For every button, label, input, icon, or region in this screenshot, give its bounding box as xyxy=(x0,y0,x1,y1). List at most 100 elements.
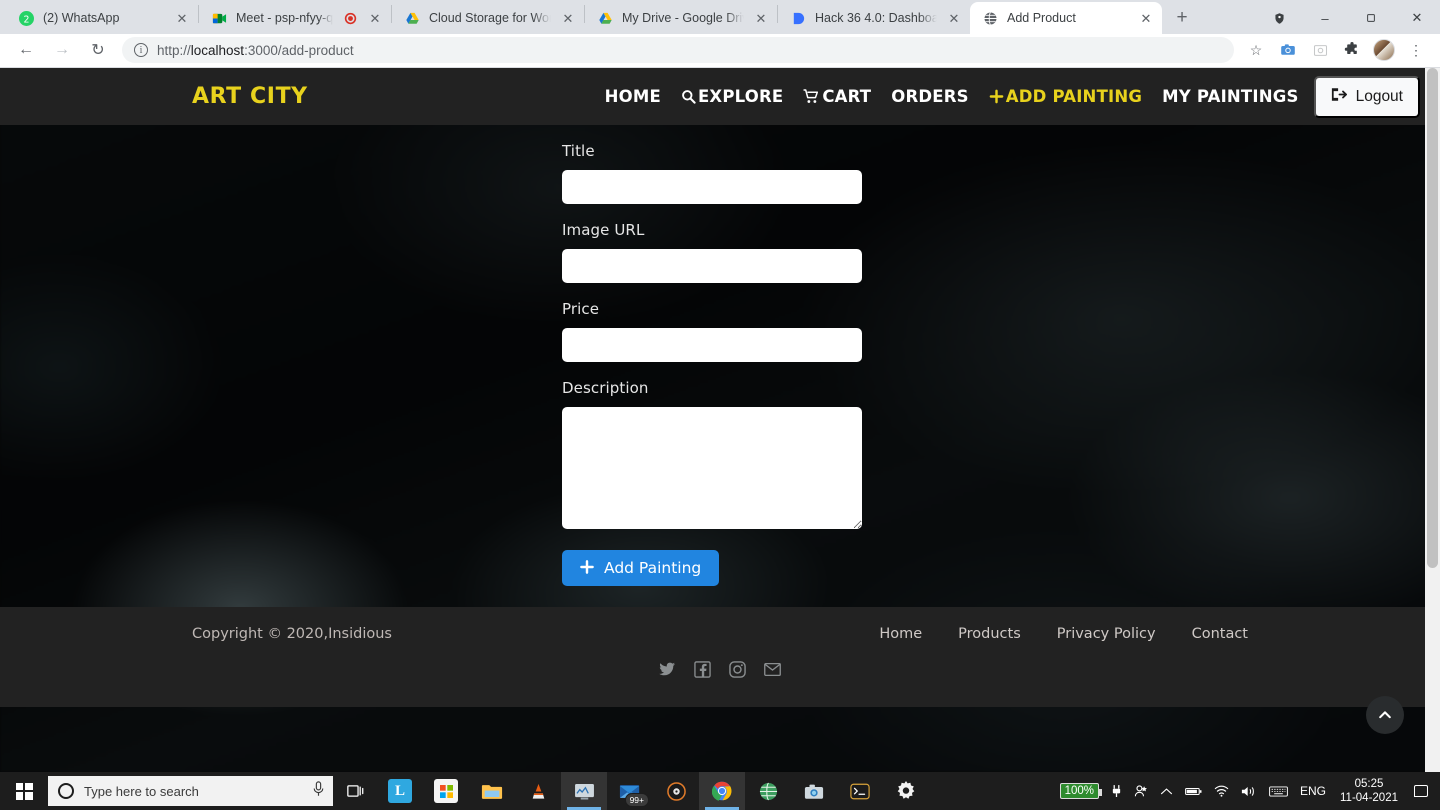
site-info-icon[interactable]: i xyxy=(134,43,148,57)
microphone-icon[interactable] xyxy=(312,780,325,802)
browser-tab-active[interactable]: Add Product ✕ xyxy=(970,2,1162,34)
close-icon[interactable]: ✕ xyxy=(367,10,383,26)
google-drive-icon xyxy=(597,10,613,26)
description-textarea[interactable] xyxy=(562,407,862,529)
mail-icon: 99+ xyxy=(618,779,649,807)
browser-tab[interactable]: Hack 36 4.0: Dashboard | D ✕ xyxy=(778,2,970,34)
nav-item-my-paintings[interactable]: MY PAINTINGS xyxy=(1162,87,1298,106)
price-input[interactable] xyxy=(562,328,862,362)
site-navbar: ART CITY HOME EXPLORE CART ORDERS ADD PA… xyxy=(0,68,1440,125)
tab-title: Meet - psp-nfyy-qjk xyxy=(236,11,333,25)
windows-logo-icon xyxy=(15,782,33,800)
keyboard-icon[interactable] xyxy=(1263,772,1294,810)
scroll-to-top-button[interactable] xyxy=(1366,696,1404,734)
back-icon[interactable]: ← xyxy=(12,36,40,64)
taskbar-app-chrome[interactable] xyxy=(699,772,745,810)
camera-icon[interactable] xyxy=(1275,37,1301,63)
title-input[interactable] xyxy=(562,170,862,204)
reload-icon[interactable]: ↻ xyxy=(84,36,112,64)
notification-icon[interactable] xyxy=(1414,785,1428,797)
taskbar-search-box[interactable]: Type here to search xyxy=(48,776,333,806)
cart-icon xyxy=(803,89,820,104)
star-icon[interactable]: ☆ xyxy=(1243,37,1269,63)
taskbar-app-microsoft-store[interactable] xyxy=(423,772,469,810)
minimize-button[interactable]: – xyxy=(1302,2,1348,34)
facebook-icon[interactable] xyxy=(694,661,711,678)
language-indicator[interactable]: ENG xyxy=(1294,772,1332,810)
nav-item-explore[interactable]: EXPLORE xyxy=(681,87,783,106)
close-button[interactable]: ✕ xyxy=(1394,2,1440,34)
chevron-up-icon[interactable] xyxy=(1154,772,1179,810)
volume-icon[interactable] xyxy=(1235,772,1263,810)
close-icon[interactable]: ✕ xyxy=(174,10,190,26)
devfolio-icon xyxy=(790,10,806,26)
page-scrollbar[interactable] xyxy=(1425,68,1440,772)
image-url-input[interactable] xyxy=(562,249,862,283)
add-product-form: Title Image URL Price Description Add Pa… xyxy=(562,142,862,586)
email-icon[interactable] xyxy=(764,661,781,678)
scrollbar-thumb[interactable] xyxy=(1427,68,1438,568)
site-logo[interactable]: ART CITY xyxy=(192,84,308,109)
footer-link-home[interactable]: Home xyxy=(879,626,922,642)
taskbar-app-media-player[interactable] xyxy=(653,772,699,810)
google-drive-icon xyxy=(404,10,420,26)
taskbar-app-file-explorer[interactable] xyxy=(469,772,515,810)
battery-icon[interactable] xyxy=(1179,772,1208,810)
people-icon[interactable] xyxy=(1128,772,1154,810)
start-button[interactable] xyxy=(0,772,48,810)
tab-title: Hack 36 4.0: Dashboard | D xyxy=(815,11,937,25)
file-explorer-icon xyxy=(480,779,504,803)
nav-label: CART xyxy=(822,87,872,106)
taskbar-app-linkedin[interactable]: L xyxy=(377,772,423,810)
footer-link-products[interactable]: Products xyxy=(958,626,1021,642)
close-icon[interactable]: ✕ xyxy=(1138,10,1154,26)
camera-app-icon xyxy=(802,779,826,803)
shield-icon[interactable] xyxy=(1256,2,1302,34)
taskbar-app-settings[interactable] xyxy=(883,772,929,810)
taskbar-apps: L 99+ xyxy=(377,772,929,810)
footer-link-privacy-policy[interactable]: Privacy Policy xyxy=(1057,626,1156,642)
extensions-icon[interactable] xyxy=(1339,37,1365,63)
twitter-icon[interactable] xyxy=(659,661,676,678)
kebab-menu-icon[interactable]: ⋮ xyxy=(1403,37,1429,63)
plus-icon xyxy=(580,559,594,578)
profile-avatar[interactable] xyxy=(1371,37,1397,63)
submit-label: Add Painting xyxy=(604,559,702,577)
battery-percent-badge[interactable]: 100% xyxy=(1054,772,1105,810)
task-view-button[interactable] xyxy=(333,772,377,810)
media-player-icon xyxy=(664,779,688,803)
taskbar-app-camera[interactable] xyxy=(791,772,837,810)
new-tab-button[interactable]: + xyxy=(1168,4,1196,32)
logout-button[interactable]: Logout xyxy=(1313,75,1420,118)
browser-tab[interactable]: My Drive - Google Drive ✕ xyxy=(585,2,777,34)
browser-tab[interactable]: Cloud Storage for Work and ✕ xyxy=(392,2,584,34)
taskbar-app-task-manager[interactable] xyxy=(561,772,607,810)
instagram-icon[interactable] xyxy=(729,661,746,678)
browser-toolbar: ← → ↻ i http://localhost:3000/add-produc… xyxy=(0,34,1440,66)
taskbar-app-terminal[interactable] xyxy=(837,772,883,810)
browser-tab[interactable]: 2 (2) WhatsApp ✕ xyxy=(6,2,198,34)
clock[interactable]: 05:25 11-04-2021 xyxy=(1332,777,1406,806)
add-painting-submit-button[interactable]: Add Painting xyxy=(562,550,720,586)
tab-title: Cloud Storage for Work and xyxy=(429,11,551,25)
close-icon[interactable]: ✕ xyxy=(946,10,962,26)
nav-item-home[interactable]: HOME xyxy=(605,87,661,106)
close-icon[interactable]: ✕ xyxy=(560,10,576,26)
taskbar-app-vlc[interactable] xyxy=(515,772,561,810)
cast-icon[interactable] xyxy=(1307,37,1333,63)
wifi-icon[interactable] xyxy=(1208,772,1235,810)
maximize-button[interactable] xyxy=(1348,2,1394,34)
sign-out-icon xyxy=(1331,87,1347,107)
taskbar-app-globe[interactable] xyxy=(745,772,791,810)
nav-item-orders[interactable]: ORDERS xyxy=(891,87,969,106)
nav-item-cart[interactable]: CART xyxy=(803,87,871,106)
plug-icon[interactable] xyxy=(1105,772,1128,810)
logout-label: Logout xyxy=(1355,87,1403,105)
address-bar[interactable]: i http://localhost:3000/add-product xyxy=(122,37,1234,63)
browser-tab[interactable]: Meet - psp-nfyy-qjk ✕ xyxy=(199,2,391,34)
nav-item-add-painting[interactable]: ADD PAINTING xyxy=(989,87,1142,106)
close-icon[interactable]: ✕ xyxy=(753,10,769,26)
taskbar-app-mail[interactable]: 99+ xyxy=(607,772,653,810)
footer-link-contact[interactable]: Contact xyxy=(1192,626,1248,642)
forward-icon[interactable]: → xyxy=(48,36,76,64)
